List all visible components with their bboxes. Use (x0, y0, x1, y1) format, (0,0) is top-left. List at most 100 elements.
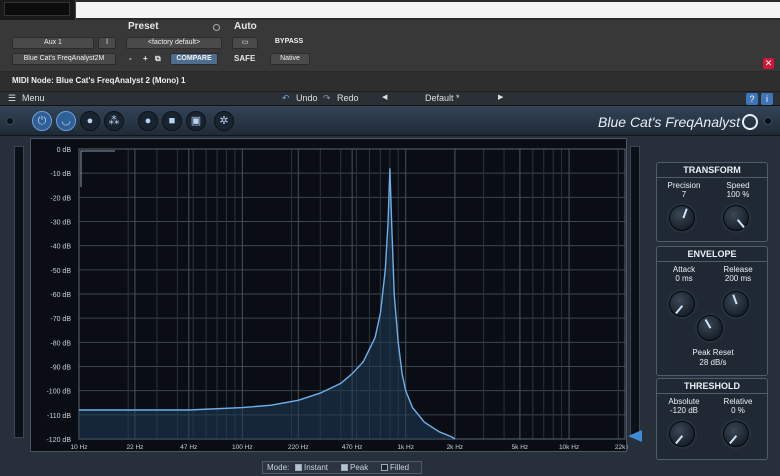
preset-next-button[interactable]: + (143, 54, 148, 63)
midi-node-label: MIDI Node: Blue Cat's FreqAnalyst 2 (Mon… (12, 76, 186, 85)
filled-label: Filled (390, 463, 410, 472)
redo-button[interactable]: Redo (337, 93, 359, 103)
compare-button[interactable]: COMPARE (170, 53, 218, 65)
auto-window-icon[interactable]: ▭ (232, 37, 258, 49)
auto-label: Auto (234, 21, 257, 32)
preset-prev-button[interactable]: - (129, 54, 132, 63)
square-icon[interactable]: ■ (162, 111, 182, 131)
close-icon[interactable]: ✕ (763, 58, 774, 69)
undo-icon[interactable]: ↶ (282, 93, 290, 104)
help-icon[interactable]: ? (746, 93, 758, 105)
y-tick-label: -100 dB (46, 389, 71, 396)
y-tick-label: -120 dB (46, 437, 71, 444)
preset-indicator-icon (213, 24, 220, 31)
filled-checkbox[interactable]: Filled (381, 463, 409, 472)
y-tick-label: -70 dB (50, 316, 71, 323)
peak-checkbox-icon (341, 464, 348, 471)
y-tick-label: -40 dB (50, 244, 71, 251)
insert-selector[interactable]: Aux 1 (12, 37, 94, 49)
relative-label: Relative (723, 397, 753, 406)
channels-icon[interactable]: ⁂ (104, 111, 124, 131)
absolute-label: Absolute (668, 397, 700, 406)
y-tick-label: 0 dB (57, 147, 72, 154)
speed-label: Speed (726, 181, 750, 190)
y-tick-label: -110 dB (47, 413, 71, 420)
plugin-toolbar: ⏻ ◡ ● ⁂ ● ■ ▣ ✲ Blue Cat's FreqAnalyst (0, 106, 780, 136)
threshold-slider-handle-icon[interactable] (628, 430, 642, 442)
peak-reset-value: 28 dB/s (699, 358, 727, 367)
zoom-corner-marker[interactable] (80, 150, 115, 187)
menu-button[interactable]: Menu (22, 93, 45, 103)
release-knob[interactable] (723, 291, 749, 317)
midi-node-bar: MIDI Node: Blue Cat's FreqAnalyst 2 (Mon… (0, 72, 780, 92)
y-tick-label: -20 dB (50, 195, 71, 202)
host-timeline (76, 2, 780, 18)
y-tick-label: -60 dB (50, 292, 71, 299)
relative-knob[interactable] (723, 421, 749, 447)
x-tick-label: 22 Hz (126, 444, 143, 451)
x-tick-label: 470 Hz (342, 444, 363, 451)
host-plugin-header: Preset Auto Aux 1 ǀ <factory default> ▭ … (0, 20, 780, 72)
screw-icon (6, 117, 14, 125)
absolute-value: -120 dB (669, 406, 699, 415)
curve-mode-icon[interactable]: ◡ (56, 111, 76, 131)
x-tick-label: 2k Hz (447, 444, 464, 451)
peak-reset-knob[interactable] (697, 315, 723, 341)
brand-logo-icon (742, 114, 758, 130)
peak-checkbox[interactable]: Peak (341, 463, 368, 472)
brand-title: Blue Cat's FreqAnalyst (598, 114, 740, 130)
preset-selector[interactable]: <factory default> (126, 37, 222, 49)
threshold-panel: THRESHOLD Absolute -120 dB Relative 0 % (656, 378, 768, 460)
threshold-title: THRESHOLD (657, 381, 767, 394)
safe-button[interactable]: SAFE (234, 54, 255, 63)
plugin-preset-name[interactable]: Default * (425, 93, 460, 103)
preset-next-arrow-icon[interactable]: ▶ (498, 93, 503, 101)
speed-knob[interactable] (723, 205, 749, 231)
power-icon[interactable]: ⏻ (32, 111, 52, 131)
instant-checkbox[interactable]: Instant (295, 463, 328, 472)
bypass-button[interactable]: BYPASS (268, 37, 310, 49)
preset-prev-arrow-icon[interactable]: ◀ (382, 93, 387, 101)
host-track-area (0, 0, 76, 20)
attack-knob[interactable] (669, 291, 695, 317)
info-icon[interactable]: i (761, 93, 773, 105)
copy-settings-icon[interactable]: ⧉ (155, 54, 161, 64)
release-label: Release (723, 265, 753, 274)
absolute-knob[interactable] (669, 421, 695, 447)
native-button[interactable]: Native (270, 53, 310, 65)
preset-label: Preset (128, 21, 159, 32)
host-track-block[interactable] (4, 2, 70, 16)
x-tick-label: 5k Hz (512, 444, 529, 451)
envelope-panel: ENVELOPE Attack 0 ms Release 200 ms Peak… (656, 246, 768, 376)
record-icon[interactable]: ● (80, 111, 100, 131)
spectrum-graph-frame: 0 dB -10 dB -20 dB -30 dB -40 dB -50 dB -60 dB… (30, 138, 628, 452)
transform-title: TRANSFORM (657, 165, 767, 178)
host-top-strip (0, 0, 780, 20)
peak-label: Peak (350, 463, 369, 472)
x-tick-label: 220 Hz (288, 444, 309, 451)
plugin-name-selector[interactable]: Blue Cat's FreqAnalyst2M (12, 53, 116, 65)
x-tick-label: 1k Hz (397, 444, 414, 451)
precision-label: Precision (667, 181, 701, 190)
dark-dot-icon[interactable]: ● (138, 111, 158, 131)
snowflake-icon[interactable]: ✲ (214, 111, 234, 131)
y-tick-label: -30 dB (50, 220, 71, 227)
spectrum-graph: 0 dB -10 dB -20 dB -30 dB -40 dB -50 dB -60 dB… (46, 147, 628, 451)
x-tick-label: 100 Hz (232, 444, 253, 451)
speed-value: 100 % (726, 190, 750, 199)
menu-icon[interactable]: ☰ (8, 93, 16, 104)
frame-icon[interactable]: ▣ (186, 111, 206, 131)
y-tick-label: -10 dB (50, 171, 71, 178)
insert-options-button[interactable]: ǀ (98, 37, 116, 49)
x-tick-label: 10k Hz (559, 444, 579, 451)
attack-value: 0 ms (675, 274, 693, 283)
x-tick-label: 47 Hz (180, 444, 197, 451)
screw-icon (764, 117, 772, 125)
redo-icon[interactable]: ↷ (323, 93, 331, 104)
undo-button[interactable]: Undo (296, 93, 318, 103)
x-tick-label: 22k Hz (615, 444, 628, 451)
relative-value: 0 % (731, 406, 745, 415)
peak-reset-label: Peak Reset (692, 348, 734, 357)
precision-knob[interactable] (669, 205, 695, 231)
y-tick-label: -80 dB (50, 340, 71, 347)
